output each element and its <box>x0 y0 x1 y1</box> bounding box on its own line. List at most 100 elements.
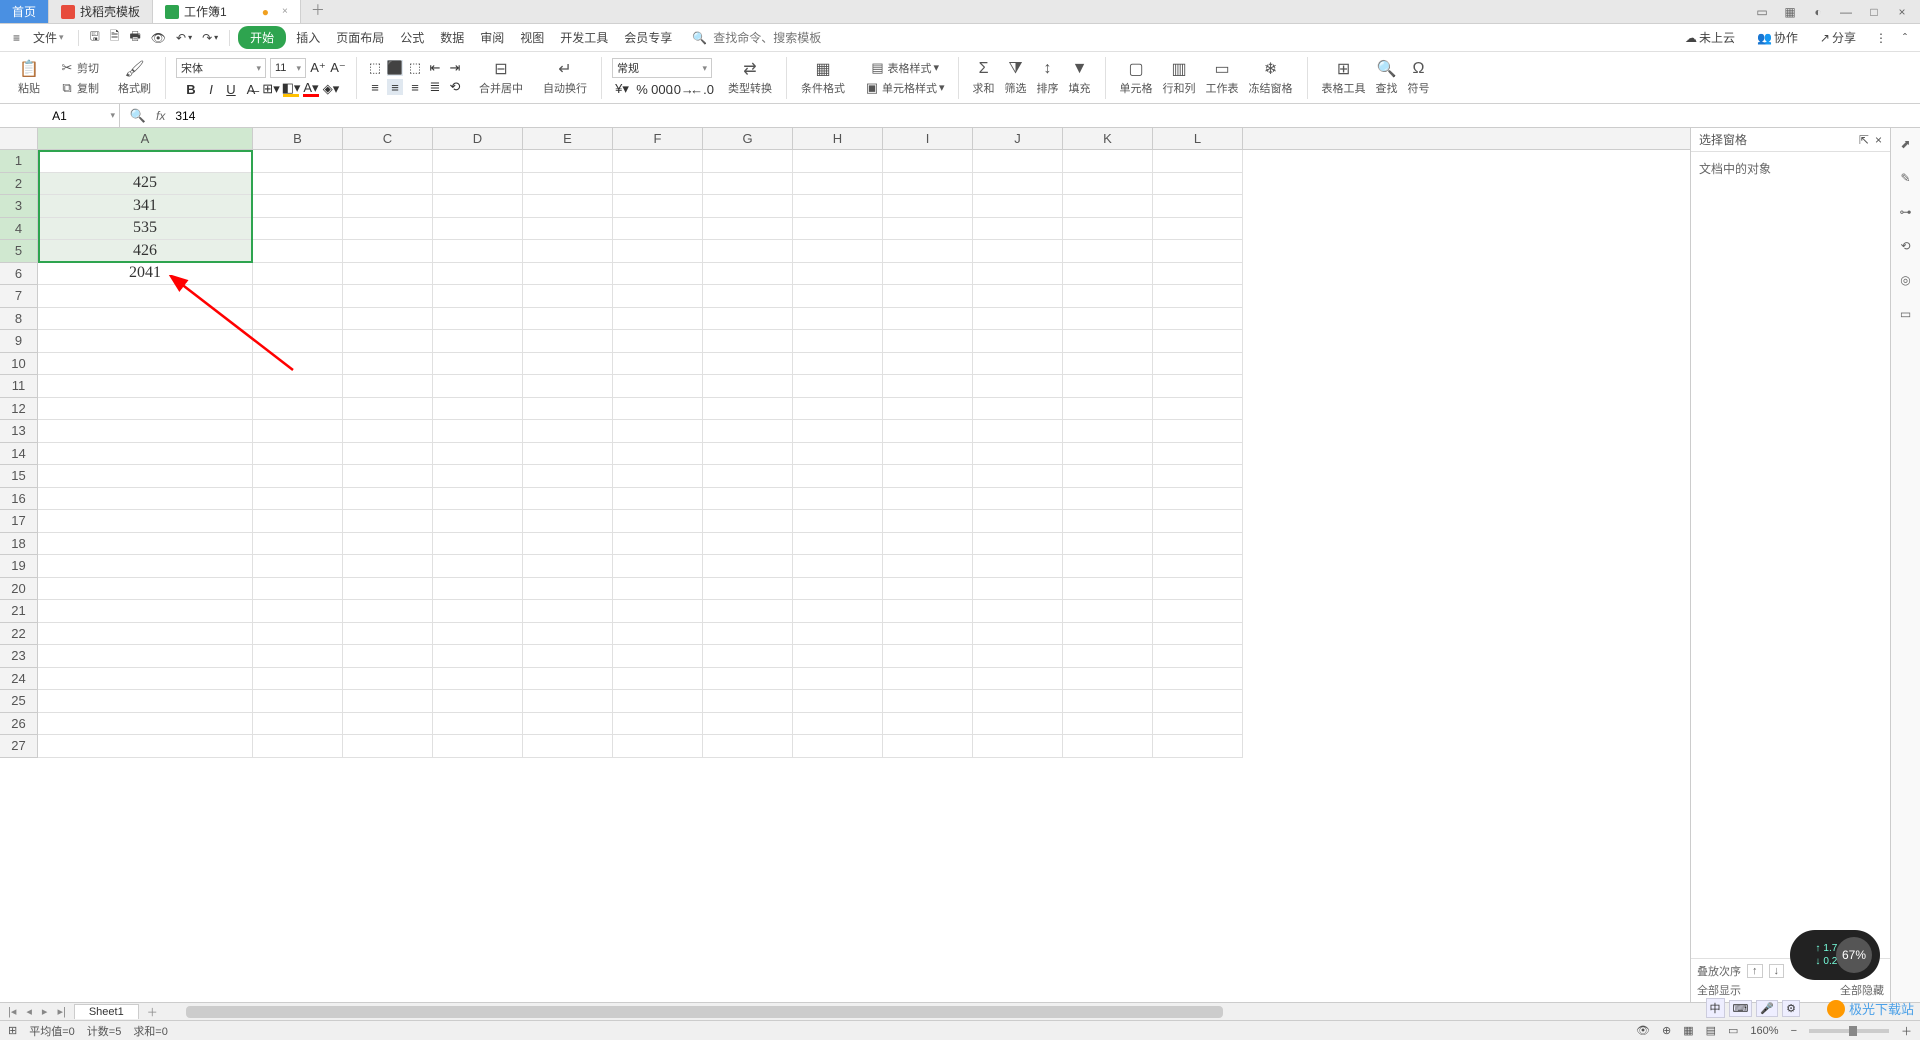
increase-font-icon[interactable]: A⁺ <box>310 60 326 76</box>
cell[interactable] <box>973 690 1063 713</box>
cell[interactable] <box>253 735 343 758</box>
cell[interactable] <box>613 645 703 668</box>
cell[interactable] <box>1153 308 1243 331</box>
cell[interactable] <box>343 263 433 286</box>
cell[interactable] <box>613 443 703 466</box>
cell[interactable] <box>38 353 253 376</box>
font-name-combo[interactable]: 宋体▾ <box>176 58 266 78</box>
sheet-button[interactable]: ▭工作表 <box>1202 57 1243 98</box>
cell[interactable] <box>253 645 343 668</box>
row-header[interactable]: 3 <box>0 195 38 218</box>
cell[interactable] <box>973 488 1063 511</box>
row-header[interactable]: 1 <box>0 150 38 173</box>
cell[interactable] <box>703 195 793 218</box>
cell[interactable] <box>613 668 703 691</box>
cell[interactable] <box>703 285 793 308</box>
cell[interactable] <box>343 510 433 533</box>
cell[interactable] <box>973 218 1063 241</box>
cell[interactable] <box>433 285 523 308</box>
cell[interactable] <box>253 533 343 556</box>
cell[interactable] <box>793 330 883 353</box>
cell[interactable] <box>973 308 1063 331</box>
cell[interactable] <box>883 465 973 488</box>
row-header[interactable]: 23 <box>0 645 38 668</box>
decrease-decimal-icon[interactable]: ←.0 <box>694 81 710 97</box>
cell[interactable] <box>703 353 793 376</box>
cell[interactable] <box>703 375 793 398</box>
pane-close-icon[interactable]: × <box>1875 133 1882 147</box>
cell[interactable] <box>793 690 883 713</box>
cell[interactable] <box>973 645 1063 668</box>
cell[interactable] <box>613 353 703 376</box>
align-left-icon[interactable]: ≡ <box>367 79 383 95</box>
cell[interactable] <box>883 263 973 286</box>
cell[interactable] <box>973 353 1063 376</box>
cell[interactable] <box>703 555 793 578</box>
cell[interactable] <box>613 398 703 421</box>
minimize-button[interactable]: — <box>1836 2 1856 22</box>
cell[interactable] <box>1153 173 1243 196</box>
cell[interactable] <box>883 735 973 758</box>
cell[interactable] <box>973 398 1063 421</box>
cell[interactable] <box>613 735 703 758</box>
cell[interactable] <box>1063 623 1153 646</box>
cell[interactable] <box>38 623 253 646</box>
cell[interactable] <box>973 735 1063 758</box>
cell[interactable] <box>793 645 883 668</box>
cell[interactable] <box>883 555 973 578</box>
cell[interactable] <box>1153 690 1243 713</box>
cell[interactable] <box>343 195 433 218</box>
cell[interactable]: 535 <box>38 218 253 241</box>
location-tool-icon[interactable]: ◎ <box>1896 270 1916 290</box>
table-tools-button[interactable]: ⊞表格工具 <box>1318 57 1370 98</box>
row-header[interactable]: 4 <box>0 218 38 241</box>
cell[interactable] <box>343 668 433 691</box>
network-speed-widget[interactable]: ↑1.7 K/s ↓0.2 K/s 67% <box>1790 930 1880 980</box>
cell[interactable] <box>343 308 433 331</box>
cell[interactable] <box>703 645 793 668</box>
collapse-ribbon-icon[interactable]: ˆ <box>1900 28 1910 48</box>
ime-lang[interactable]: 中 <box>1706 998 1725 1018</box>
row-header[interactable]: 26 <box>0 713 38 736</box>
ime-bar[interactable]: 中 ⌨ 🎤 ⚙ <box>1706 998 1800 1018</box>
style-tool-icon[interactable]: ✎ <box>1896 168 1916 188</box>
font-size-combo[interactable]: 11▾ <box>270 58 306 78</box>
save-as-icon[interactable]: 🗎 <box>107 24 123 51</box>
cell[interactable] <box>793 600 883 623</box>
sheet-first-icon[interactable]: |◂ <box>6 1005 18 1018</box>
close-tab-icon[interactable]: × <box>282 6 288 17</box>
tab-start[interactable]: 开始 <box>238 26 286 49</box>
cell[interactable] <box>523 555 613 578</box>
cell[interactable] <box>793 735 883 758</box>
cell[interactable] <box>793 285 883 308</box>
row-header[interactable]: 5 <box>0 240 38 263</box>
cell[interactable] <box>613 690 703 713</box>
cell[interactable] <box>433 420 523 443</box>
cell[interactable] <box>523 443 613 466</box>
align-bottom-icon[interactable]: ⬚ <box>407 60 423 76</box>
new-tab-button[interactable]: ＋ <box>301 0 335 23</box>
cell[interactable] <box>793 443 883 466</box>
cell[interactable]: 314 <box>38 150 253 173</box>
cell[interactable] <box>433 713 523 736</box>
cell[interactable] <box>613 218 703 241</box>
cell[interactable] <box>343 600 433 623</box>
cell[interactable] <box>793 195 883 218</box>
cell[interactable] <box>253 668 343 691</box>
cell[interactable] <box>883 285 973 308</box>
cell[interactable] <box>973 510 1063 533</box>
cell[interactable] <box>523 285 613 308</box>
cell[interactable] <box>793 510 883 533</box>
cell[interactable] <box>253 150 343 173</box>
grid-mode-icon[interactable]: ⊕ <box>1662 1024 1671 1037</box>
cell[interactable] <box>253 600 343 623</box>
share-button[interactable]: ↗ 分享 <box>1814 26 1862 49</box>
cell[interactable] <box>703 690 793 713</box>
strikethrough-icon[interactable]: A̶ <box>243 81 259 97</box>
cell[interactable] <box>433 398 523 421</box>
cell[interactable] <box>253 173 343 196</box>
cell[interactable] <box>343 555 433 578</box>
cell[interactable] <box>1153 375 1243 398</box>
cells-button[interactable]: ▢单元格 <box>1116 57 1157 98</box>
cell[interactable] <box>433 443 523 466</box>
